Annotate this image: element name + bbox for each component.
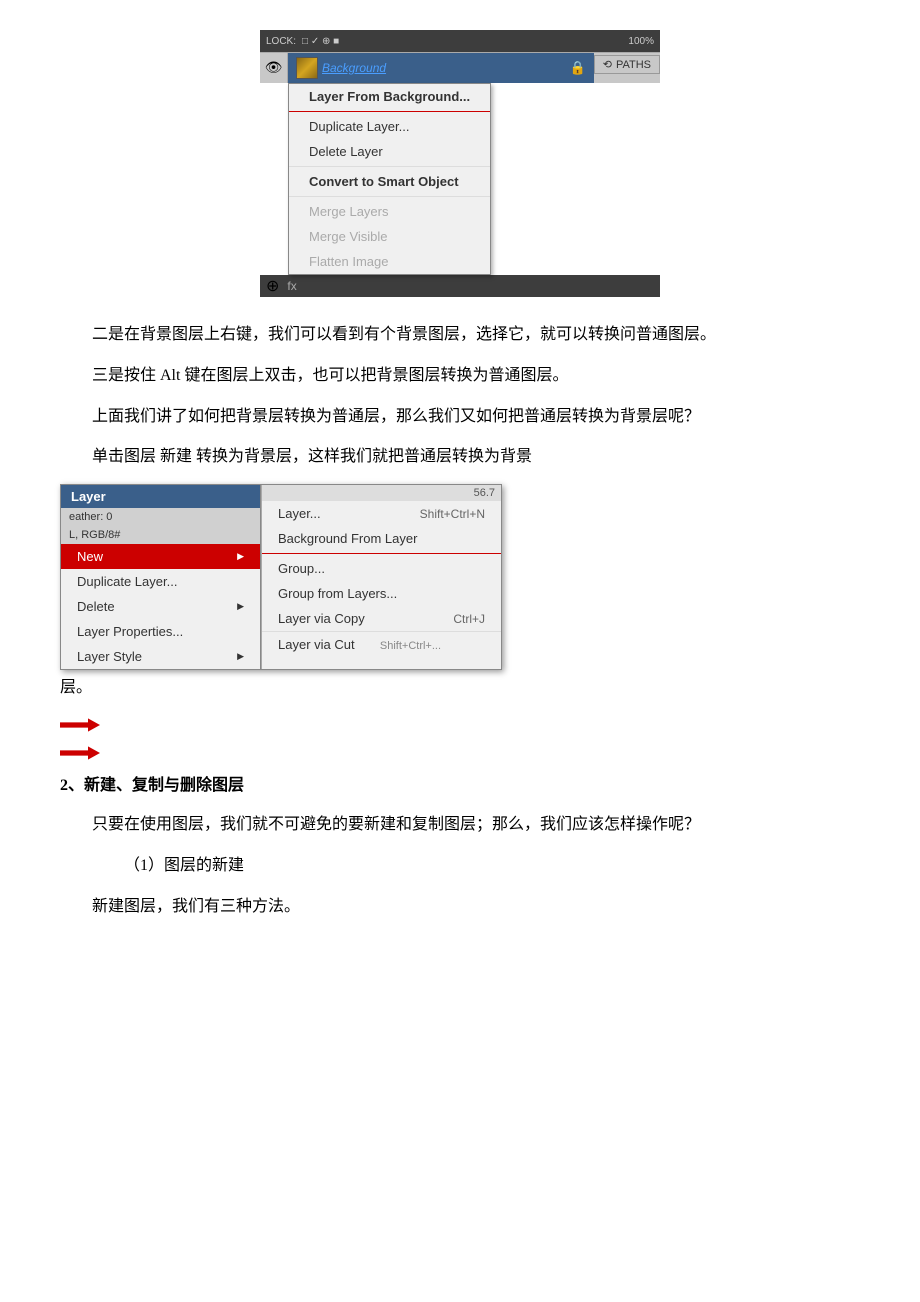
section-heading: 2、新建、复制与删除图层: [60, 771, 860, 795]
menu-item-delete[interactable]: Delete: [61, 594, 260, 619]
right-sep-1: [262, 553, 501, 554]
right-item-layer[interactable]: Layer... Shift+Ctrl+N: [262, 501, 501, 526]
right-item-bg-from-layer[interactable]: Background From Layer: [262, 526, 501, 551]
ctx-flatten-image: Flatten Image: [289, 249, 490, 274]
right-item-group[interactable]: Group...: [262, 556, 501, 581]
layer-row: Background 🔒: [288, 53, 594, 83]
ctx-sep-2: [289, 166, 490, 167]
right-partial-dge: [912, 60, 920, 64]
context-menu-container: Layer From Background... Duplicate Layer…: [288, 83, 660, 275]
screenshot-1: LOCK: □ ✓ ⊕ ■ 100% 👁 Background 🔒: [60, 30, 860, 297]
ctx-sep-3: [289, 196, 490, 197]
info-row-1: eather: 0: [61, 508, 260, 526]
ctx-sep-1: [289, 111, 490, 112]
lock-icons: □ ✓ ⊕ ■: [302, 36, 339, 47]
right-item-group-layers[interactable]: Group from Layers...: [262, 581, 501, 606]
right-label-group-layers: Group from Layers...: [278, 586, 397, 601]
menu-item-duplicate-label: Duplicate Layer...: [77, 574, 177, 589]
right-label-layer: Layer...: [278, 506, 321, 521]
paths-tab[interactable]: ⟲ PATHS: [594, 55, 660, 74]
ps-bottom-bar: ⊕ fx: [260, 275, 660, 297]
screenshot-2: Layer eather: 0 L, RGB/8# New Duplicate …: [60, 484, 860, 670]
right-label-bg: Background From Layer: [278, 531, 417, 546]
lock-label: LOCK:: [266, 36, 296, 47]
eye-icon: 👁: [265, 60, 283, 77]
menu-item-new[interactable]: New: [61, 544, 260, 569]
right-partial-bottom: Layer via Cut Shift+Ctrl+...: [262, 631, 501, 653]
menu-item-properties[interactable]: Layer Properties...: [61, 619, 260, 644]
tail-text: 层。: [60, 674, 860, 703]
paragraph-2: 三是按住 Alt 键在图层上双击，也可以把背景图层转换为普通图层。: [60, 362, 860, 391]
ctx-layer-from-bg[interactable]: Layer From Background...: [289, 84, 490, 109]
ctx-duplicate-layer[interactable]: Duplicate Layer...: [289, 114, 490, 139]
right-partial-val: 56.7: [474, 487, 495, 499]
fx-label: fx: [287, 279, 296, 293]
ctx-convert-smart[interactable]: Convert to Smart Object: [289, 169, 490, 194]
lock-icon: 🔒: [570, 60, 586, 76]
ps-toolbar: LOCK: □ ✓ ⊕ ■ 100%: [260, 30, 660, 52]
left-menu: Layer eather: 0 L, RGB/8# New Duplicate …: [61, 485, 261, 669]
ps-panel-1: LOCK: □ ✓ ⊕ ■ 100% 👁 Background 🔒: [260, 30, 660, 297]
right-item-layer-copy[interactable]: Layer via Copy Ctrl+J: [262, 606, 501, 631]
zoom-percent: 100%: [628, 36, 654, 47]
menu-item-style[interactable]: Layer Style: [61, 644, 260, 669]
menu-layer-label: Layer: [61, 485, 260, 508]
ctx-merge-visible: Merge Visible: [289, 224, 490, 249]
info-row-2: L, RGB/8#: [61, 526, 260, 544]
link-icon: ⊕: [266, 276, 279, 296]
layer-thumbnail: [296, 57, 318, 79]
layer-name: Background: [322, 61, 566, 75]
right-partial-top: 56.7: [262, 485, 501, 501]
context-menu-1: Layer From Background... Duplicate Layer…: [288, 83, 491, 275]
sub-heading: （1）图层的新建: [60, 852, 860, 881]
layer-paths-row: 👁 Background 🔒 ⟲ PATHS: [260, 52, 660, 83]
paragraph-5: 新建图层，我们有三种方法。: [60, 893, 860, 922]
ps-menu-main: Layer eather: 0 L, RGB/8# New Duplicate …: [61, 485, 501, 669]
menu-item-duplicate[interactable]: Duplicate Layer...: [61, 569, 260, 594]
menu-item-new-label: New: [77, 549, 103, 564]
paths-label: PATHS: [616, 59, 651, 71]
right-shortcut-copy: Ctrl+J: [453, 612, 485, 626]
paragraph-1: 二是在背景图层上右键，我们可以看到有个背景图层，选择它，就可以转换问普通图层。: [60, 321, 860, 350]
menu-item-delete-label: Delete: [77, 599, 115, 614]
red-arrow-2: [60, 743, 860, 763]
intro-text: 单击图层 新建 转换为背景层，这样我们就把普通层转换为背景: [60, 443, 860, 472]
ps-menu-wrapper: Layer eather: 0 L, RGB/8# New Duplicate …: [60, 484, 502, 670]
paragraph-4: 只要在使用图层，我们就不可避免的要新建和复制图层；那么，我们应该怎样操作呢？: [60, 811, 860, 840]
menu-item-style-label: Layer Style: [77, 649, 142, 664]
eye-col: 👁: [260, 53, 288, 83]
paths-icon: ⟲: [603, 58, 612, 71]
intro-text-span: 单击图层 新建 转换为背景层，这样我们就把普通层转换为背景: [92, 448, 532, 465]
paragraph-3: 上面我们讲了如何把背景层转换为普通层，那么我们又如何把普通层转换为背景层呢？: [60, 403, 860, 432]
ctx-delete-layer[interactable]: Delete Layer: [289, 139, 490, 164]
right-label-group: Group...: [278, 561, 325, 576]
right-label-copy: Layer via Copy: [278, 611, 365, 626]
red-arrow-1: [60, 715, 860, 735]
right-menu: 56.7 Layer... Shift+Ctrl+N Background Fr…: [261, 485, 501, 669]
page-content: LOCK: □ ✓ ⊕ ■ 100% 👁 Background 🔒: [60, 30, 860, 921]
right-shortcut-layer: Shift+Ctrl+N: [420, 507, 485, 521]
menu-item-properties-label: Layer Properties...: [77, 624, 183, 639]
ctx-merge-layers: Merge Layers: [289, 199, 490, 224]
